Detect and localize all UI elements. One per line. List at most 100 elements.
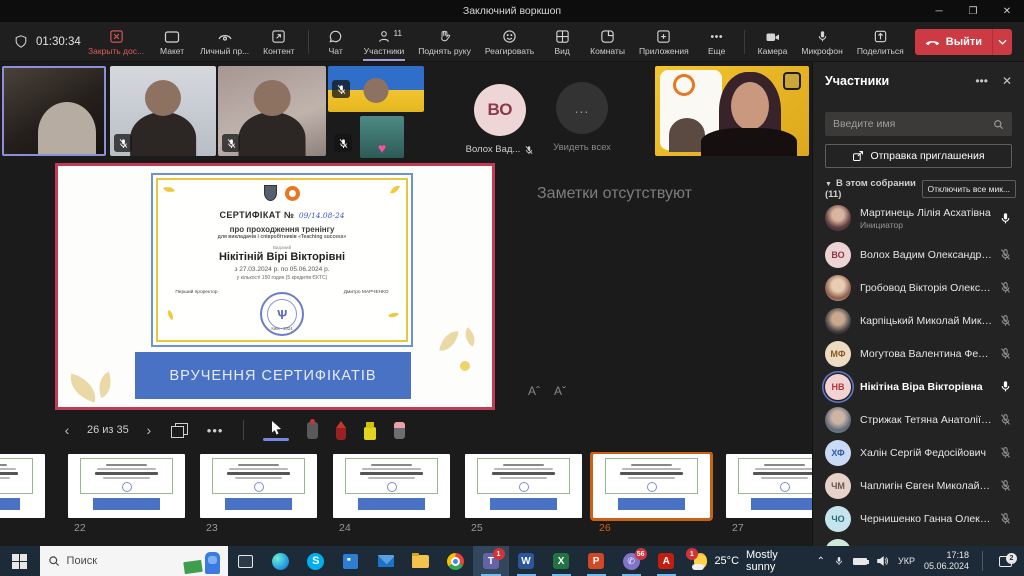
taskbar-search[interactable]: Поиск [40,546,229,576]
mic-muted-icon[interactable] [999,248,1012,261]
video-tile-2[interactable] [110,66,216,156]
mic-muted-icon[interactable] [999,512,1012,525]
layout-button[interactable]: Макет [151,26,193,58]
slide-thumbnail-24[interactable] [333,454,450,518]
participant-row[interactable]: ХФ Халін Сергій Федосійович [813,436,1024,469]
chat-button[interactable]: Чат [315,26,357,58]
mic-muted-icon[interactable] [999,446,1012,459]
cursor-tool-button[interactable] [263,420,289,441]
chrome-button[interactable] [438,546,473,576]
laser-pointer-button[interactable] [307,422,318,439]
chevron-down-icon: ▼ [825,181,832,188]
mic-muted-icon[interactable] [999,314,1012,327]
font-decrease-button[interactable]: Aˇ [554,384,566,398]
teams-button[interactable]: T 1 [473,546,508,576]
slide-thumbnail-23[interactable] [200,454,317,518]
participant-row[interactable]: ЧМ Чаплигін Євген Миколайович [813,469,1024,502]
store-button[interactable] [333,546,368,576]
participant-row[interactable]: Мартинець Лілія АсхатівнаИнициатор [813,198,1024,238]
edge-button[interactable] [263,546,298,576]
font-increase-button[interactable]: Aˆ [528,384,540,398]
video-tile-1[interactable] [2,66,106,156]
previous-slide-button[interactable]: ‹ [55,422,79,438]
video-tile-3[interactable] [218,66,326,156]
presentation-slide[interactable]: СЕРТИФІКАТ № 09/14.08-24 про проходження… [55,163,495,410]
task-view-button[interactable] [228,546,263,576]
more-button[interactable]: Еще [696,26,738,58]
apps-button[interactable]: Приложения [632,26,696,58]
leave-button[interactable]: Выйти [915,29,1012,55]
mic-muted-icon[interactable] [999,479,1012,492]
slide-number: 22 [74,522,86,534]
notification-center-button[interactable]: 2 [992,556,1018,567]
leave-options-chevron[interactable] [992,29,1012,55]
skype-button[interactable]: S [298,546,333,576]
tray-mic-icon[interactable] [834,555,844,567]
mic-on-icon[interactable] [999,212,1012,225]
acrobat-button[interactable]: A [649,546,684,576]
video-tile-5[interactable]: ♥ [360,116,404,158]
panel-more-icon[interactable]: ••• [975,74,988,88]
mute-all-button[interactable]: Отключить все мик... [922,180,1016,198]
slide-thumbnail[interactable] [0,454,45,518]
participant-row[interactable]: ЧО Чернишенко Ганна Олександрі... [813,502,1024,535]
section-label[interactable]: ▼В этом собрании (11) [825,178,922,200]
highlighter-tool-button[interactable] [364,427,376,440]
rooms-button[interactable]: Комнаты [583,26,632,58]
viber-button[interactable]: ✆ 56 [614,546,649,576]
eraser-tool-button[interactable] [394,422,405,439]
search-input[interactable] [833,118,993,130]
participants-button[interactable]: 11 Участники [357,26,412,58]
mic-button[interactable]: Микрофон [794,26,849,58]
slide-thumbnail-22[interactable] [68,454,185,518]
minimize-icon[interactable]: ─ [922,0,956,22]
participant-search[interactable] [825,112,1012,136]
participant-tile-bo[interactable]: ВО Волох Вад... [455,70,545,155]
send-invite-button[interactable]: Отправка приглашения [825,144,1012,168]
mic-muted-icon[interactable] [999,347,1012,360]
powerpoint-button[interactable]: P [579,546,614,576]
excel-button[interactable]: X [544,546,579,576]
next-slide-button[interactable]: › [137,422,161,438]
mic-muted-icon[interactable] [999,281,1012,294]
panel-close-icon[interactable]: ✕ [1002,74,1012,88]
slide-grid-button[interactable] [171,423,187,437]
weather-widget[interactable]: 1 25°C Mostly sunny [684,546,811,576]
pen-tool-button[interactable] [336,427,346,440]
private-view-button[interactable]: Личный пр... [193,26,256,58]
view-button[interactable]: Вид [541,26,583,58]
participant-row[interactable]: ВО Волох Вадим Олександрович [813,238,1024,271]
close-icon[interactable]: ✕ [990,0,1024,22]
participant-row-current-user[interactable]: НВ Нікітіна Віра Вікторівна [813,370,1024,403]
mic-muted-icon[interactable] [999,413,1012,426]
slide-thumbnail-27[interactable] [726,454,812,518]
mic-on-icon[interactable] [999,380,1012,393]
content-button[interactable]: Контент [256,26,302,58]
battery-icon[interactable] [853,558,867,565]
system-tray: ⌃ УКР 17:18 05.06.2024 2 [811,546,1024,576]
taskbar-clock[interactable]: 17:18 05.06.2024 [924,550,973,573]
mail-button[interactable] [368,546,403,576]
participant-row[interactable]: Карпіцький Миколай Миколай... [813,304,1024,337]
see-all-tile[interactable]: ... Увидеть всех [545,70,619,153]
close-share-button[interactable]: Закрыть дос... [81,26,151,58]
react-button[interactable]: Реагировать [478,26,541,58]
maximize-icon[interactable]: ❐ [956,0,990,22]
slide-thumbnail-26-active[interactable] [593,454,710,518]
raise-hand-button[interactable]: Поднять руку [411,26,478,58]
start-button[interactable] [0,546,40,576]
tray-expand-icon[interactable]: ⌃ [817,556,825,567]
participant-row[interactable]: Стрижак Тетяна Анатоліївна [813,403,1024,436]
participant-row[interactable]: Гробовод Вікторія Олександрів... [813,271,1024,304]
camera-button[interactable]: Камера [751,26,795,58]
video-tile-6[interactable] [655,66,809,156]
share-tray-button[interactable]: Поделиться [850,26,911,58]
video-tile-4[interactable] [328,66,424,112]
participant-row[interactable]: МФ Могутова Валентина Федорівна [813,337,1024,370]
word-button[interactable]: W [509,546,544,576]
language-indicator[interactable]: УКР [898,556,915,566]
slide-more-button[interactable]: ••• [207,423,224,438]
slide-thumbnail-25[interactable] [465,454,582,518]
file-explorer-button[interactable] [403,546,438,576]
volume-icon[interactable] [876,555,889,567]
